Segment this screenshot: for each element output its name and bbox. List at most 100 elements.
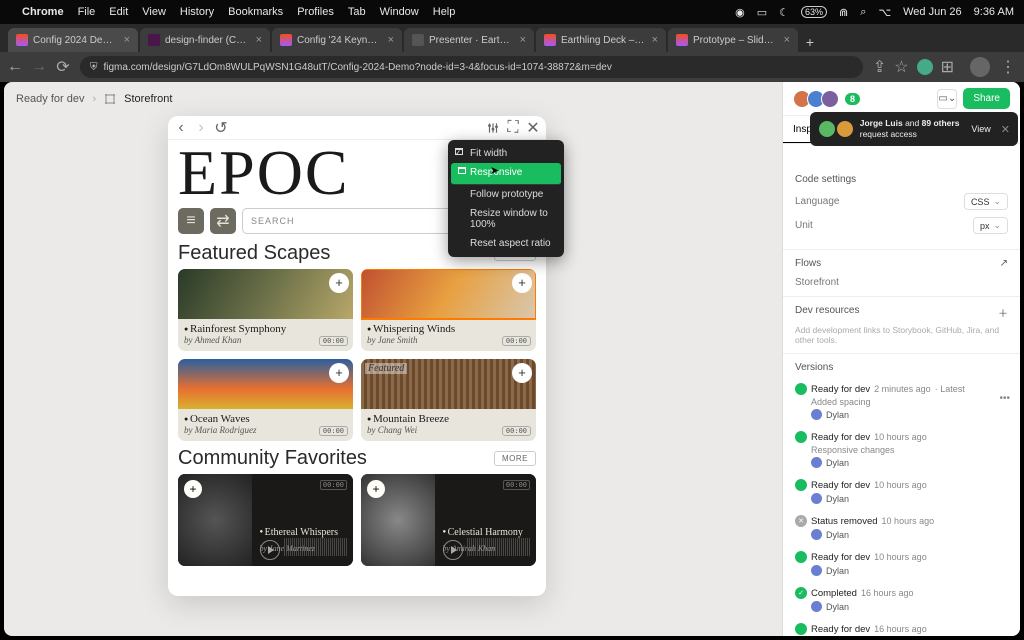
browser-tab[interactable]: Prototype – Slides prototype× — [668, 28, 798, 52]
tab-close-icon[interactable]: × — [256, 34, 262, 46]
tab-close-icon[interactable]: × — [652, 34, 658, 46]
extension-icon[interactable] — [917, 59, 933, 75]
version-item[interactable]: Ready for dev 16 hours agoAdding spacing… — [783, 619, 1020, 636]
tab-close-icon[interactable]: × — [520, 34, 526, 46]
menu-view[interactable]: View — [142, 6, 166, 18]
add-button[interactable]: + — [329, 363, 349, 383]
app-name[interactable]: Chrome — [22, 6, 64, 18]
add-button[interactable]: + — [367, 480, 385, 498]
version-status-icon — [795, 431, 807, 443]
shuffle-button[interactable]: ⇄ — [210, 208, 236, 234]
browser-tab[interactable]: design-finder (Channel) - UI…× — [140, 28, 270, 52]
viewer-close-icon[interactable]: ✕ — [526, 121, 540, 135]
viewer-options-icon[interactable] — [486, 121, 500, 135]
add-button[interactable]: + — [512, 363, 532, 383]
version-item[interactable]: ✕Status removed 10 hours agoDylan — [783, 511, 1020, 547]
browser-tab[interactable]: Earthling Deck – Figma× — [536, 28, 666, 52]
menu-help[interactable]: Help — [433, 6, 456, 18]
search-icon[interactable]: ⌕ — [860, 6, 866, 19]
menu-item-responsive[interactable]: Responsive — [451, 163, 561, 185]
tab-close-icon[interactable]: × — [784, 34, 790, 46]
canvas[interactable]: ‹ › ↺ ⛶ ✕ EPOC ≡ ⇄ SEARCH Featured Scape… — [4, 116, 782, 636]
add-resource-icon[interactable]: ＋ — [998, 305, 1008, 320]
card-title: Ocean Waves — [184, 413, 347, 425]
version-item[interactable]: Ready for dev 2 minutes ago · LatestAdde… — [783, 379, 1020, 427]
menu-window[interactable]: Window — [380, 6, 419, 18]
frame-icon — [104, 93, 116, 105]
add-button[interactable]: + — [184, 480, 202, 498]
language-select[interactable]: CSS — [964, 193, 1008, 210]
reload-button[interactable]: ⟳ — [56, 60, 70, 74]
collaborator-avatars[interactable] — [793, 90, 839, 108]
browser-tab[interactable]: Config '24 Keynote – Figma× — [272, 28, 402, 52]
dnd-icon[interactable]: ☾ — [779, 6, 789, 19]
tab-close-icon[interactable]: × — [124, 34, 130, 46]
version-item[interactable]: Ready for dev 10 hours agoDylan — [783, 547, 1020, 583]
community-card[interactable]: +00:00Celestial Harmonyby Amirah Khan — [361, 474, 536, 566]
version-label: Ready for dev — [811, 624, 870, 635]
version-time: 16 hours ago — [861, 588, 914, 598]
flow-play-icon[interactable]: ↗ — [1000, 258, 1008, 269]
battery-percent[interactable]: 63% — [801, 6, 827, 18]
bookmark-icon[interactable]: ☆ — [894, 57, 908, 77]
menu-profiles[interactable]: Profiles — [297, 6, 334, 18]
viewer-expand-icon[interactable]: ⛶ — [506, 121, 520, 135]
menu-tab[interactable]: Tab — [348, 6, 366, 18]
url-bar[interactable]: ⛨ figma.com/design/G7LdOm8WULPqWSN1G48ut… — [80, 56, 863, 78]
flow-item[interactable]: Storefront — [795, 277, 1008, 288]
menu-history[interactable]: History — [180, 6, 214, 18]
viewer-restart-icon[interactable]: ↺ — [214, 121, 228, 135]
menu-file[interactable]: File — [78, 6, 96, 18]
menu-button[interactable]: ≡ — [178, 208, 204, 234]
version-more-icon[interactable]: ••• — [999, 393, 1010, 404]
control-center-icon[interactable]: ⌥ — [878, 6, 891, 19]
scape-card[interactable]: +Ocean Wavesby Maria Rodriguez00:00 — [178, 359, 353, 441]
community-card[interactable]: +00:00Ethereal Whispersby Jane Martinez — [178, 474, 353, 566]
record-icon[interactable]: ◉ — [735, 6, 745, 19]
menu-item-fit-width[interactable]: ✓Fit width — [448, 144, 564, 163]
version-item[interactable]: Ready for dev 10 hours agoDylan — [783, 475, 1020, 511]
menu-item-resize-100[interactable]: Resize window to 100% — [448, 204, 564, 234]
breadcrumb-item[interactable]: Ready for dev — [16, 93, 84, 105]
menu-item-reset-aspect[interactable]: Reset aspect ratio — [448, 234, 564, 253]
menubar-time[interactable]: 9:36 AM — [974, 6, 1014, 18]
unit-select[interactable]: px — [973, 217, 1008, 234]
browser-tab[interactable]: Presenter · Earthling Deck · …× — [404, 28, 534, 52]
menu-item-follow-prototype[interactable]: Follow prototype — [448, 185, 564, 204]
version-item[interactable]: ✓Completed 16 hours agoDylan — [783, 583, 1020, 619]
version-label: Ready for dev — [811, 552, 870, 563]
forward-button[interactable]: → — [32, 60, 46, 74]
browser-menu-icon[interactable]: ⋮ — [1000, 57, 1016, 77]
back-button[interactable]: ← — [8, 60, 22, 74]
add-button[interactable]: + — [329, 273, 349, 293]
airplay-icon[interactable]: ▭ — [757, 6, 767, 19]
add-button[interactable]: + — [512, 273, 532, 293]
card-duration: 00:00 — [319, 426, 348, 436]
version-item[interactable]: Ready for dev 10 hours agoResponsive cha… — [783, 427, 1020, 475]
toast-view-button[interactable]: View — [971, 124, 990, 134]
more-button[interactable]: MORE — [494, 451, 536, 466]
browser-profile-avatar[interactable] — [970, 57, 990, 77]
wifi-icon[interactable]: ⋒ — [839, 6, 848, 19]
scape-card[interactable]: +Rainforest Symphonyby Ahmed Khan00:00 — [178, 269, 353, 351]
share-page-icon[interactable]: ⇪ — [873, 57, 886, 77]
menu-bookmarks[interactable]: Bookmarks — [228, 6, 283, 18]
version-author: Dylan — [811, 409, 1008, 420]
site-info-icon[interactable]: ⛨ — [90, 62, 98, 73]
viewer-forward-icon[interactable]: › — [194, 121, 208, 135]
tab-close-icon[interactable]: × — [388, 34, 394, 46]
new-tab-button[interactable]: + — [800, 32, 820, 52]
toast-close-icon[interactable]: ✕ — [1001, 123, 1010, 136]
scape-card[interactable]: Featured+Mountain Breezeby Chang Wei00:0… — [361, 359, 536, 441]
version-author: Dylan — [811, 493, 1008, 504]
card-title: Ethereal Whispers — [260, 527, 339, 538]
menubar-date[interactable]: Wed Jun 26 — [903, 6, 962, 18]
viewer-back-icon[interactable]: ‹ — [174, 121, 188, 135]
extensions-icon[interactable]: ⊞ — [941, 57, 954, 77]
menu-edit[interactable]: Edit — [109, 6, 128, 18]
export-dropdown[interactable]: ▭⌄ — [937, 89, 957, 109]
breadcrumb-item[interactable]: Storefront — [124, 93, 172, 105]
scape-card[interactable]: +Whispering Windsby Jane Smith00:00 — [361, 269, 536, 351]
browser-tab[interactable]: Config 2024 Demo – Figma× — [8, 28, 138, 52]
share-button[interactable]: Share — [963, 88, 1010, 109]
